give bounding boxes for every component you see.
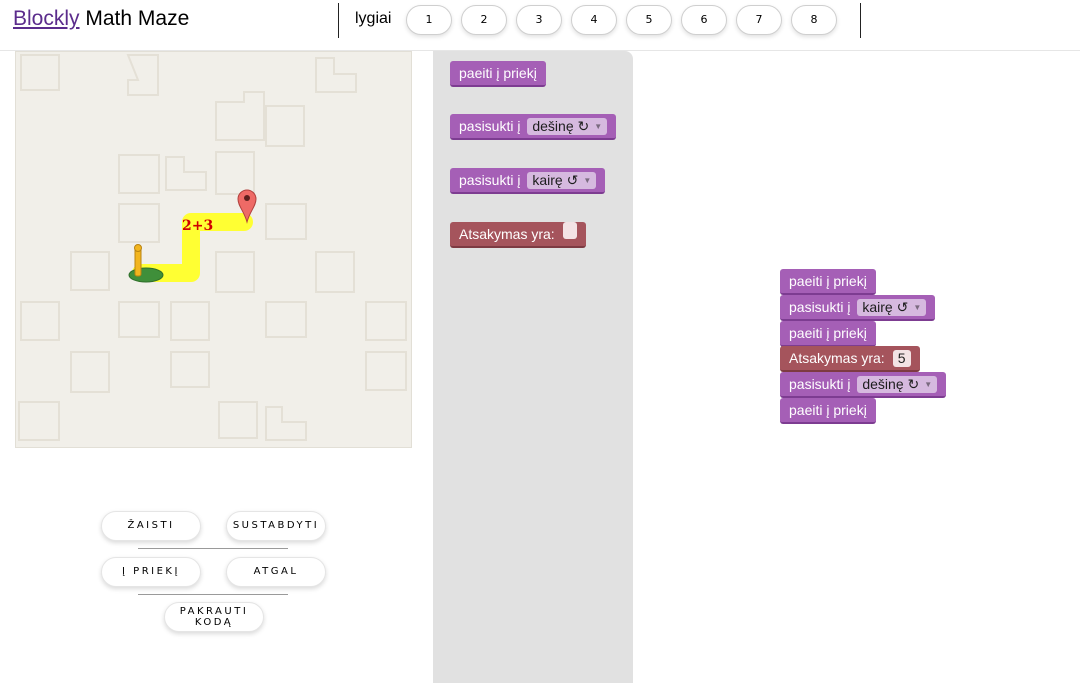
toolbox-turn-left-block[interactable]: pasisukti į kairę ↺ ▼ [450,168,606,194]
maze-canvas: 2+3 [15,51,412,448]
answer-input[interactable]: 5 [892,350,911,367]
toolbox-answer-block[interactable]: Atsakymas yra: [450,222,586,248]
block-label: Atsakymas yra: [459,226,555,242]
workspace-move-forward-block[interactable]: paeiti į priekį [780,398,876,424]
dropdown-arrow-icon: ▼ [924,380,933,389]
header-divider-right [860,3,861,38]
step-back-button[interactable]: ATGAL [226,557,326,587]
levels-label: lygiai [355,10,392,27]
toolbox-turn-right-block[interactable]: pasisukti į dešinę ↻ ▼ [450,114,617,140]
level-button-5[interactable]: 5 [626,5,672,35]
dropdown-arrow-icon: ▼ [583,176,592,185]
step-forward-button[interactable]: Į PRIEKĮ [101,557,201,587]
header: Blockly Math Maze lygiai 1 2 3 4 5 6 7 8 [0,0,1080,51]
dropdown-value: kairę ↺ [862,299,909,315]
level-button-6[interactable]: 6 [681,5,727,35]
dropdown-value: dešinę ↻ [862,376,920,392]
maze-background [18,54,407,441]
block-workspace[interactable]: paeiti į priekį pasisukti į kairę ↺ ▼ pae… [634,51,1080,683]
level-button-4[interactable]: 4 [571,5,617,35]
controls-divider-2 [138,594,288,595]
workspace-turn-right-block[interactable]: pasisukti į dešinę ↻ ▼ [780,372,947,398]
toolbox-move-forward-block[interactable]: paeiti į priekį [450,61,546,87]
workspace-move-forward-block[interactable]: paeiti į priekį [780,321,876,347]
block-label: paeiti į priekį [789,273,867,289]
direction-dropdown[interactable]: kairę ↺ ▼ [527,172,597,189]
stop-button[interactable]: SUSTABDYTI [226,511,326,541]
block-label: pasisukti į [459,118,521,134]
level-button-3[interactable]: 3 [516,5,562,35]
load-code-line2: KODĄ [194,617,234,628]
block-label: paeiti į priekį [459,65,537,81]
block-label: pasisukti į [789,299,851,315]
direction-dropdown[interactable]: dešinę ↻ ▼ [527,118,608,135]
level-button-1[interactable]: 1 [406,5,452,35]
level-button-2[interactable]: 2 [461,5,507,35]
app-title-text: Math Maze [85,7,190,30]
load-code-line1: PAKRAUTI [179,606,249,617]
direction-dropdown[interactable]: dešinę ↻ ▼ [857,376,938,393]
dropdown-value: dešinę ↻ [532,118,590,134]
controls-divider [138,548,288,549]
header-divider [338,3,339,38]
block-toolbox: paeiti į priekį pasisukti į dešinę ↻ ▼ pa… [433,51,633,683]
block-label: paeiti į priekį [789,325,867,341]
answer-input[interactable] [562,222,577,239]
block-label: pasisukti į [789,376,851,392]
math-expression: 2+3 [182,218,214,234]
dropdown-value: kairę ↺ [532,172,579,188]
dropdown-arrow-icon: ▼ [913,303,922,312]
block-label: pasisukti į [459,172,521,188]
blockly-link[interactable]: Blockly [13,7,80,30]
load-code-button[interactable]: PAKRAUTI KODĄ [164,602,264,632]
workspace-answer-block[interactable]: Atsakymas yra: 5 [780,346,920,372]
direction-dropdown[interactable]: kairę ↺ ▼ [857,299,927,316]
play-button[interactable]: ŽAISTI [101,511,201,541]
app-title: Blockly Math Maze [13,7,189,31]
block-label: paeiti į priekį [789,402,867,418]
level-button-8[interactable]: 8 [791,5,837,35]
level-button-7[interactable]: 7 [736,5,782,35]
workspace-turn-left-block[interactable]: pasisukti į kairę ↺ ▼ [780,295,936,321]
block-label: Atsakymas yra: [789,350,885,366]
dropdown-arrow-icon: ▼ [594,122,603,131]
workspace-move-forward-block[interactable]: paeiti į priekį [780,269,876,295]
